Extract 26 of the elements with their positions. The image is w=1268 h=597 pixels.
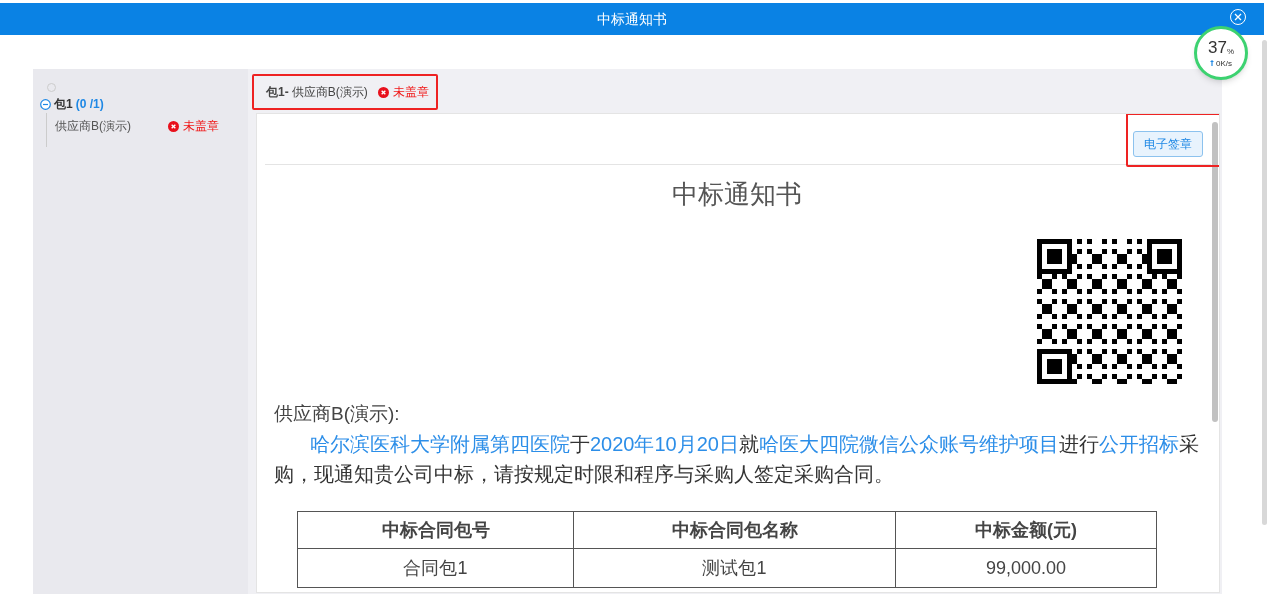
supplier-label: 供应商B(演示) bbox=[291, 84, 368, 101]
column-header: 中标合同包号 bbox=[297, 511, 574, 549]
status-text: 未盖章 bbox=[183, 118, 219, 135]
qr-code-icon bbox=[1037, 239, 1182, 384]
scrollbar-thumb[interactable] bbox=[1212, 122, 1218, 422]
close-icon bbox=[1234, 13, 1242, 21]
tree-node-label[interactable]: 包1 bbox=[54, 95, 73, 113]
window-title: 中标通知书 bbox=[597, 9, 667, 29]
tree-node-count: (0 /1) bbox=[75, 96, 104, 113]
salutation: 供应商B(演示): bbox=[274, 402, 401, 426]
upload-arrow-icon bbox=[1210, 60, 1214, 66]
percent-text: 37 bbox=[1207, 38, 1227, 56]
package-label: 包1- bbox=[266, 84, 289, 101]
status-text: 未盖章 bbox=[392, 84, 429, 101]
column-header: 中标金额(元) bbox=[895, 511, 1157, 549]
table-cell: 合同包1 bbox=[297, 548, 574, 588]
column-header: 中标合同包名称 bbox=[573, 511, 896, 549]
table-cell: 测试包1 bbox=[573, 548, 896, 588]
e-signature-button[interactable]: 电子签章 bbox=[1133, 131, 1203, 157]
speed-text: 0K/s bbox=[1216, 58, 1232, 68]
table-cell: 99,000.00 bbox=[895, 548, 1157, 588]
percent-unit: % bbox=[1226, 47, 1234, 56]
notice-paragraph: 哈尔滨医科大学附属第四医院于2020年10月20日就哈医大四院微信公众账号维护项目进行公开招标采购，现通知贵公司中标，请按规定时限和程序与采购人签定采购合同。 bbox=[274, 432, 1199, 487]
document-title: 中标通知书 bbox=[670, 179, 803, 209]
collapse-icon[interactable] bbox=[40, 98, 51, 110]
tree-item-label[interactable]: 供应商B(演示) bbox=[55, 117, 168, 135]
